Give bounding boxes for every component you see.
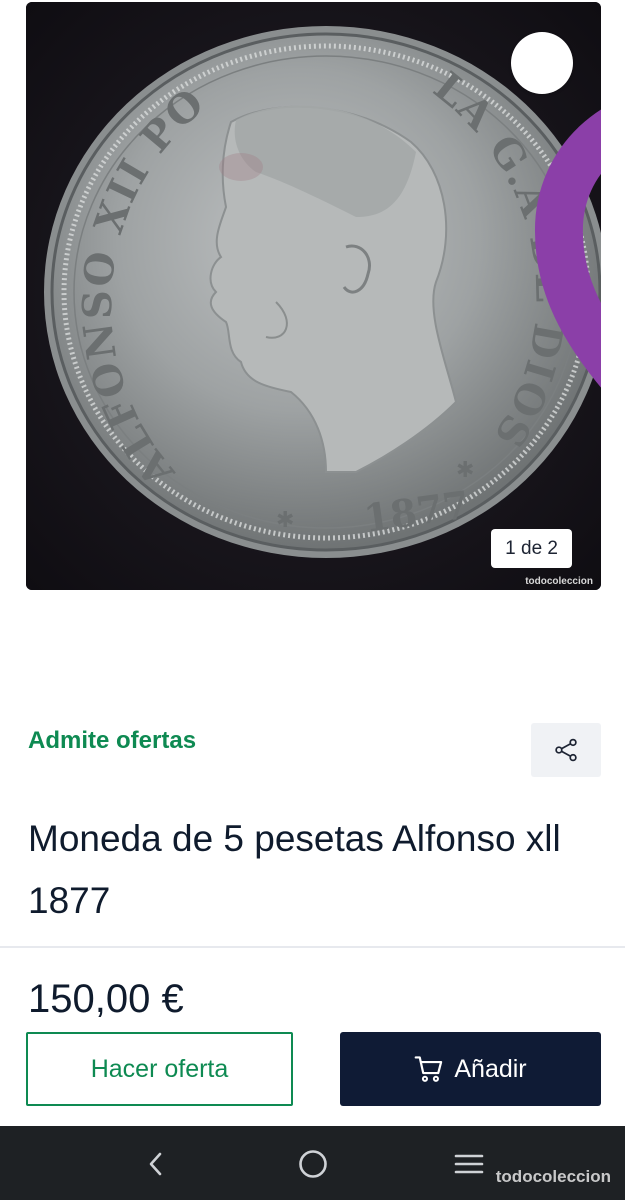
- nav-home-button[interactable]: [293, 1144, 333, 1184]
- chevron-left-icon: [149, 1152, 162, 1176]
- nav-back-button[interactable]: [136, 1144, 176, 1184]
- add-to-cart-button[interactable]: Añadir: [340, 1032, 601, 1106]
- favorite-button[interactable]: [511, 32, 601, 388]
- menu-icon: [454, 1154, 484, 1174]
- svg-text:✱: ✱: [456, 458, 474, 483]
- share-button[interactable]: [531, 723, 601, 777]
- image-counter: 1 de 2: [491, 529, 572, 568]
- nav-recents-button[interactable]: [449, 1144, 489, 1184]
- product-price: 150,00 €: [28, 977, 184, 1021]
- divider: [0, 946, 625, 948]
- heart-icon: [534, 109, 601, 388]
- add-to-cart-label: Añadir: [454, 1054, 527, 1083]
- product-image[interactable]: ALFONSO XII POR LA G.A DE DIOS 1877 ✱ ✱ …: [26, 2, 601, 590]
- make-offer-button[interactable]: Hacer oferta: [26, 1032, 293, 1106]
- cart-icon: [414, 1056, 443, 1082]
- product-title: Moneda de 5 pesetas Alfonso xll 1877: [28, 818, 561, 921]
- svg-text:✱: ✱: [276, 508, 294, 533]
- circle-icon: [299, 1150, 327, 1178]
- offers-label: Admite ofertas: [28, 727, 197, 754]
- share-icon: [555, 738, 577, 762]
- make-offer-label: Hacer oferta: [90, 1054, 229, 1083]
- system-navigation-bar: todocoleccion: [0, 1126, 625, 1200]
- photo-watermark: todocoleccion: [525, 576, 593, 587]
- screen-watermark: todocoleccion: [495, 1167, 611, 1186]
